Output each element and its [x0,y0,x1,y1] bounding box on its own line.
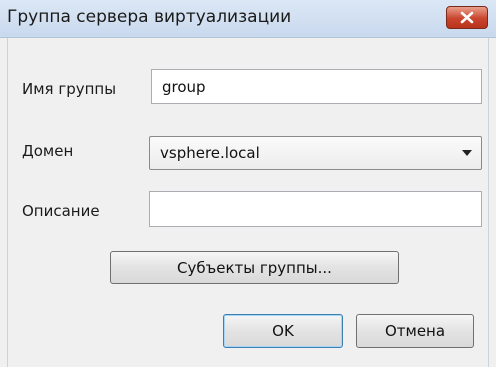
domain-selected-value: vsphere.local [160,144,260,162]
title-bar[interactable]: Группа сервера виртуализации [0,0,496,38]
dialog-title: Группа сервера виртуализации [7,7,292,27]
dialog-content: Имя группы group Домен vsphere.local Опи… [7,38,489,367]
domain-select[interactable]: vsphere.local [149,136,482,170]
domain-label: Домен [22,142,74,160]
group-name-label: Имя группы [22,80,117,98]
cancel-button[interactable]: Отмена [356,314,474,348]
close-button[interactable] [446,6,488,29]
chevron-down-icon [462,150,472,156]
group-name-input[interactable]: group [151,69,482,104]
close-icon [460,11,474,24]
ok-button[interactable]: OK [223,314,343,348]
dialog-window: Группа сервера виртуализации Имя группы … [0,0,496,367]
group-members-button[interactable]: Субъекты группы... [110,251,399,284]
description-label: Описание [22,202,100,220]
description-input[interactable] [149,191,482,227]
